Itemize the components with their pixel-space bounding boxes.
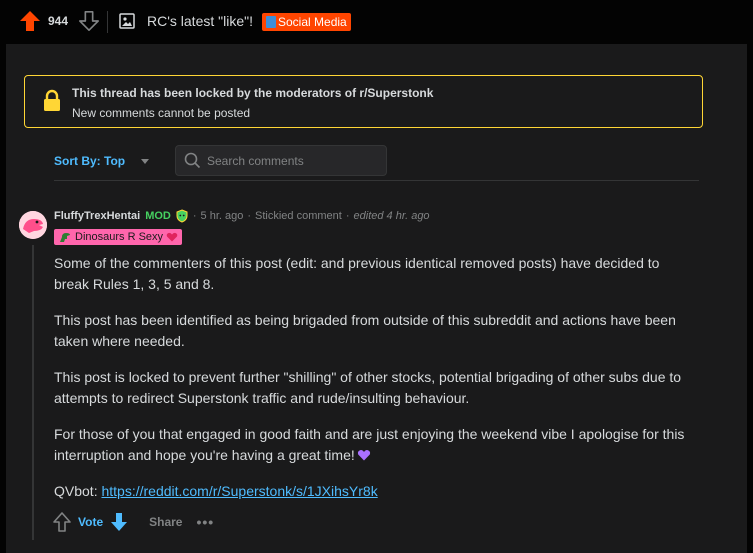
section-divider [54, 180, 699, 181]
comment-author[interactable]: FluffyTrexHentai [54, 210, 140, 222]
more-options-button[interactable]: ••• [196, 514, 214, 530]
user-flair-label: Dinosaurs R Sexy [75, 231, 164, 243]
post-flair-label: Social Media [278, 15, 347, 29]
vote-label: Vote [78, 515, 104, 529]
post-header-bar: 944 RC's latest "like"! Social Media [0, 0, 753, 44]
post-title[interactable]: RC's latest "like"! [147, 13, 253, 29]
dino-icon [60, 233, 70, 242]
comment-actions: Vote Share ••• [52, 511, 214, 533]
downvote-icon[interactable] [109, 511, 129, 533]
share-button[interactable]: Share [149, 515, 182, 529]
mod-badge-label: MOD [145, 210, 171, 222]
sort-dropdown[interactable]: Sort By: Top [54, 154, 150, 168]
meta-separator: · [345, 210, 350, 222]
post-image-icon [119, 13, 135, 29]
search-comments-box[interactable] [175, 145, 387, 176]
qvbot-link[interactable]: https://reddit.com/r/Superstonk/s/1JXihs… [101, 483, 377, 499]
comment-meta: FluffyTrexHentai MOD · 5 hr. ago · Stick… [54, 209, 430, 223]
comment-paragraph: Some of the commenters of this post (edi… [54, 255, 660, 292]
meta-separator: · [192, 210, 197, 222]
comment-body: Some of the commenters of this post (edi… [54, 253, 694, 517]
upvote-icon[interactable] [18, 9, 42, 33]
lock-icon [44, 89, 60, 111]
edited-label: edited 4 hr. ago [353, 210, 430, 222]
search-icon [184, 152, 201, 169]
thread-line[interactable] [32, 245, 34, 540]
user-flair: Dinosaurs R Sexy [54, 229, 183, 245]
locked-notice: This thread has been locked by the moder… [24, 75, 703, 128]
post-score: 944 [48, 14, 69, 28]
comment-time[interactable]: 5 hr. ago [201, 210, 244, 222]
search-input[interactable] [207, 153, 377, 169]
comment-paragraph-last: For those of you that engaged in good fa… [54, 424, 694, 466]
post-flair[interactable]: Social Media [262, 13, 351, 31]
purple-heart-icon [357, 450, 370, 461]
locked-notice-title: This thread has been locked by the moder… [72, 86, 434, 100]
header-divider [107, 11, 108, 33]
mod-shield-icon [176, 209, 188, 223]
trex-avatar-icon [19, 211, 47, 239]
flair-image-icon [266, 16, 276, 28]
comment-paragraph: This post is locked to prevent further "… [54, 369, 682, 406]
chevron-down-icon [141, 158, 150, 164]
meta-separator: · [247, 210, 252, 222]
comment-paragraph: This post has been identified as being b… [54, 312, 676, 349]
avatar[interactable] [19, 211, 47, 239]
qvbot-line: QVbot: https://reddit.com/r/Superstonk/s… [54, 481, 694, 502]
qvbot-label: QVbot: [54, 483, 102, 499]
sort-label: Sort By: Top [54, 154, 126, 168]
heart-icon [166, 232, 178, 242]
stickied-label: Stickied comment [255, 210, 342, 222]
upvote-icon[interactable] [52, 511, 72, 533]
locked-notice-subtitle: New comments cannot be posted [72, 106, 251, 120]
downvote-icon[interactable] [78, 9, 100, 33]
